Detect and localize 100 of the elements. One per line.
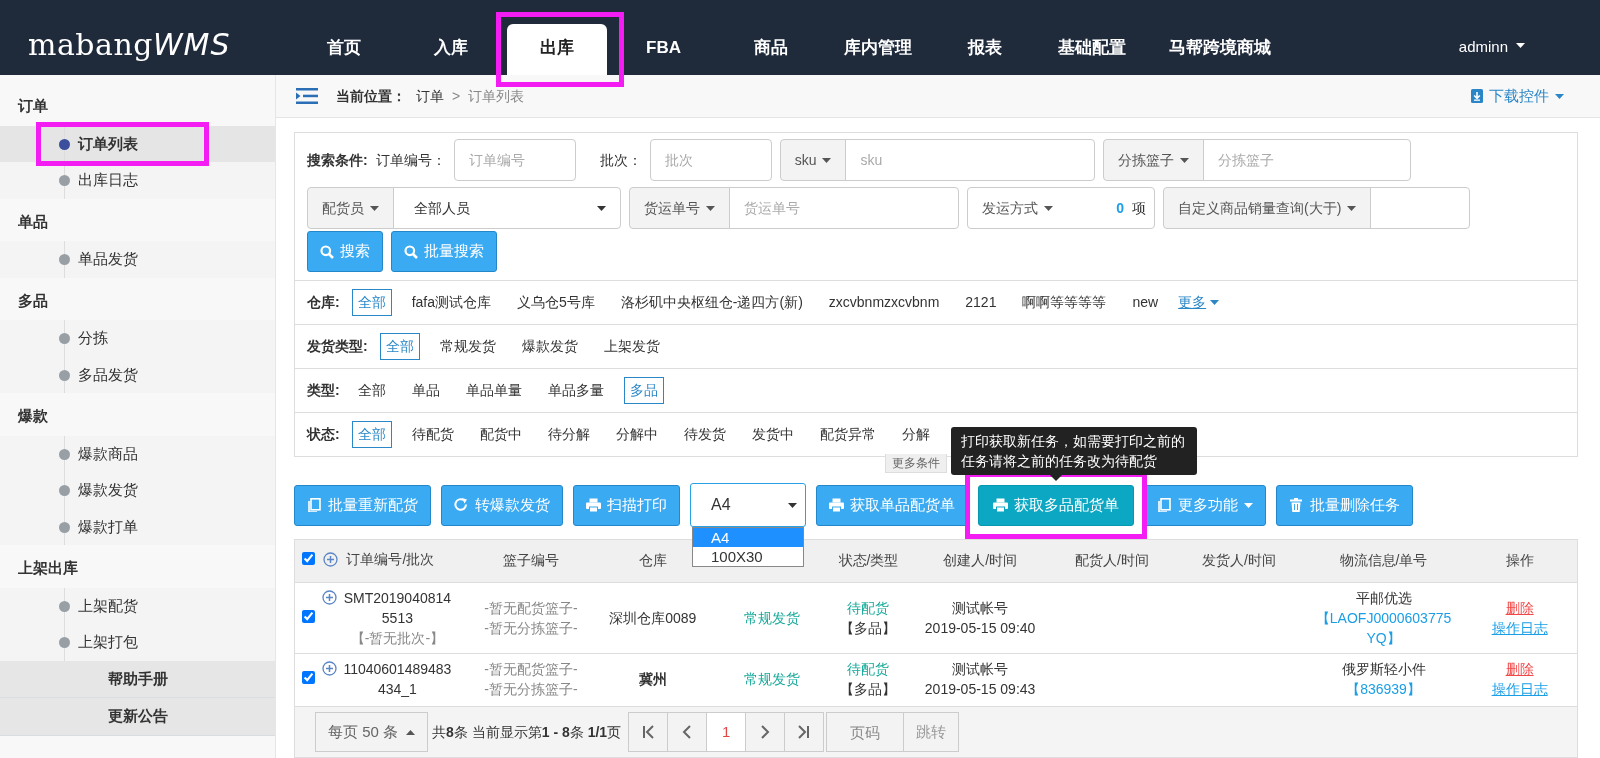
row-checkbox[interactable] [302, 670, 316, 684]
first-page-button[interactable] [628, 712, 669, 752]
filter-dropdown[interactable]: 配货员 [307, 187, 394, 229]
download-link[interactable]: 下载控件 [1489, 84, 1549, 108]
nav-tab[interactable]: 出库 [507, 24, 607, 75]
filter-option[interactable]: fafa测试仓库 [405, 289, 498, 316]
filter-option[interactable]: 配货异常 [813, 421, 882, 448]
sidebar-item[interactable]: 出库日志 [0, 162, 275, 199]
nav-tab[interactable]: 入库 [397, 24, 504, 75]
sidebar-item[interactable]: 上架打包 [0, 624, 275, 661]
breadcrumb-separator: > [452, 86, 461, 106]
sidebar-item[interactable]: 爆款商品 [0, 435, 275, 472]
next-page-icon [759, 725, 772, 739]
status-text: 待配货 [846, 598, 891, 618]
filter-option[interactable]: 配货中 [473, 421, 528, 448]
filter-option[interactable]: 2121 [959, 289, 1003, 316]
sidebar-item[interactable]: 上架配货 [0, 587, 275, 624]
input-field[interactable]: 分拣篮子 [1203, 139, 1412, 181]
filter-dropdown[interactable]: 分拣篮子 [1103, 139, 1205, 181]
page-number-field[interactable]: 页码 [826, 712, 905, 752]
filter-option[interactable]: 全部 [351, 421, 392, 448]
nav-tab[interactable]: 马帮跨境商城 [1145, 24, 1295, 75]
action-link[interactable]: 删除 [1505, 599, 1534, 616]
nav-tab[interactable]: 基础配置 [1038, 24, 1145, 75]
sidebar-item[interactable]: 单品发货 [0, 241, 275, 278]
input-field[interactable]: sku [845, 139, 1096, 181]
filter-option[interactable]: 义乌仓5号库 [511, 289, 601, 316]
user-menu[interactable]: adminn [1458, 36, 1508, 59]
bullet-dot [59, 254, 70, 266]
nav-tab[interactable]: 库内管理 [824, 24, 931, 75]
column-header: 状态/类型 [838, 552, 899, 569]
filter-option[interactable]: 多品 [623, 377, 664, 404]
previous-page-button[interactable] [667, 712, 708, 752]
page-button[interactable]: 1 [706, 712, 747, 752]
column-header: 操作 [1505, 552, 1534, 569]
filter-option[interactable]: 爆款发货 [515, 333, 584, 360]
sidebar-item[interactable]: 分拣 [0, 320, 275, 357]
filter-option[interactable]: 洛杉矶中央枢纽仓-递四方(新) [614, 289, 809, 316]
filter-option[interactable]: 分解中 [609, 421, 664, 448]
filter-option[interactable]: 单品单量 [459, 377, 528, 404]
nav-tab[interactable]: 首页 [290, 24, 397, 75]
sidebar-heading: 上架出库 [17, 558, 79, 578]
filter-option[interactable]: 全部 [351, 289, 392, 316]
filter-dropdown[interactable]: 自定义商品销量查询(大于) [1163, 187, 1372, 229]
tooltip-pointer [1050, 474, 1062, 481]
last-page-button[interactable] [784, 712, 825, 752]
filter-option[interactable]: 上架发货 [597, 333, 666, 360]
basket-text: -暂无配货篮子- [483, 659, 579, 679]
input-field[interactable]: 批次 [649, 139, 772, 181]
select-all-checkbox[interactable] [302, 552, 316, 566]
paper-select[interactable]: A4 [690, 483, 806, 527]
caret-icon [1347, 205, 1357, 211]
caret-icon [788, 502, 797, 508]
next-page-button[interactable] [745, 712, 786, 752]
field-label: 订单编号： [375, 150, 446, 170]
filter-option[interactable]: 待分解 [541, 421, 596, 448]
select-field[interactable]: 全部人员 [393, 187, 621, 229]
input-field[interactable]: 货运单号 [729, 187, 959, 229]
filter-option[interactable]: 发货中 [745, 421, 800, 448]
dropdown-option[interactable]: 100X30 [693, 547, 803, 566]
column-header: 配货人/时间 [1075, 552, 1149, 569]
input-field[interactable]: 订单编号 [453, 139, 576, 181]
menu-toggle-icon [296, 88, 318, 104]
nav-tab[interactable]: FBA [610, 24, 717, 75]
filter-dropdown[interactable]: sku [779, 139, 847, 181]
filter-option[interactable]: 单品 [405, 377, 446, 404]
nav-tab[interactable]: 商品 [717, 24, 824, 75]
caret-icon [822, 157, 832, 163]
shipping-method-field[interactable]: 发运方式 0 项 [967, 187, 1155, 229]
download-icon [1471, 89, 1483, 103]
sidebar-item[interactable]: 多品发货 [0, 356, 275, 393]
nav-tab[interactable]: 报表 [931, 24, 1038, 75]
search-icon [404, 244, 418, 259]
filter-option[interactable]: new [1126, 289, 1165, 316]
order-number: 11040601489483434_1 [342, 659, 453, 699]
filter-option[interactable]: 待发货 [677, 421, 732, 448]
filter-dropdown[interactable]: 货运单号 [629, 187, 730, 229]
type-text: 【多品】 [839, 618, 898, 638]
filter-option[interactable]: 常规发货 [433, 333, 502, 360]
filter-option[interactable]: 全部 [351, 377, 392, 404]
action-link[interactable]: 删除 [1505, 660, 1534, 677]
filter-option[interactable]: 单品多量 [541, 377, 610, 404]
filter-option[interactable]: zxcvbnmzxcvbnm [822, 289, 946, 316]
help-link[interactable]: 帮助手册 [107, 669, 168, 687]
filter-option[interactable]: 待配货 [405, 421, 460, 448]
more-conditions-tab[interactable]: 更多条件 [885, 454, 947, 473]
basket-text: -暂无分拣篮子- [483, 679, 579, 699]
filter-option[interactable]: 啊啊等等等等 [1016, 289, 1113, 316]
filter-option[interactable]: 全部 [379, 333, 420, 360]
last-page-icon [798, 725, 811, 739]
filter-option[interactable]: 分解 [895, 421, 936, 448]
creator-name: 测试帐号 [951, 659, 1010, 679]
input-field[interactable] [1370, 187, 1471, 229]
sidebar-item[interactable]: 爆款打单 [0, 508, 275, 545]
bullet-dot [59, 600, 70, 612]
row-checkbox[interactable] [302, 609, 316, 623]
breadcrumb-link[interactable]: 订单 [416, 85, 444, 107]
help-link[interactable]: 更新公告 [107, 707, 168, 724]
sidebar-item[interactable]: 爆款发货 [0, 472, 275, 509]
page-size-dropdown[interactable]: 每页 50 条 [315, 712, 429, 752]
